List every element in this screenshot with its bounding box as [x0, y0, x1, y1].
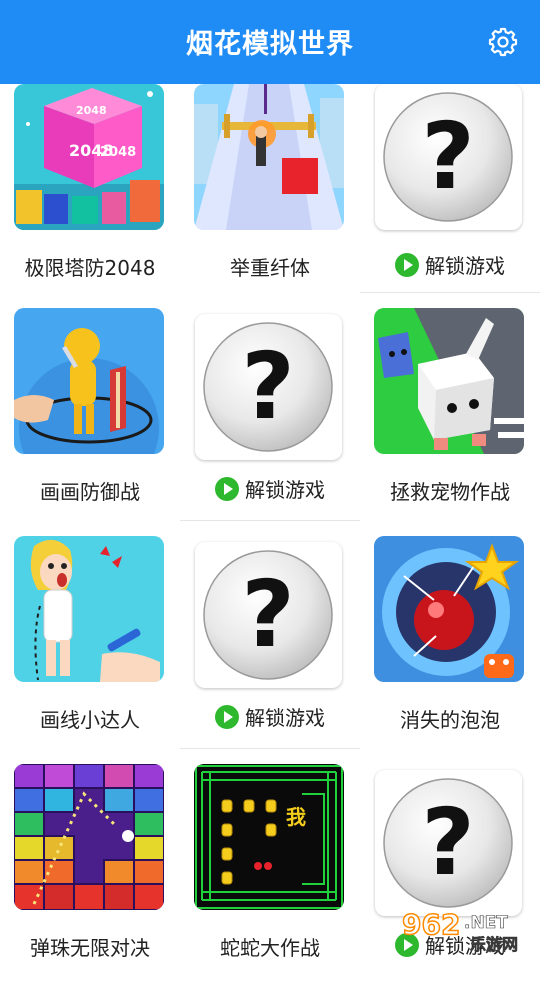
game-thumbnail[interactable] [14, 536, 164, 682]
unlock-game-button[interactable]: 解锁游戏 [180, 702, 360, 731]
game-title: 画画防御战 [40, 480, 140, 504]
divider [360, 292, 540, 293]
game-title: 弹珠无限对决 [30, 936, 150, 960]
divider [180, 748, 360, 749]
game-thumbnail[interactable] [14, 308, 164, 454]
svg-text:?: ? [241, 333, 294, 440]
svg-text:?: ? [421, 789, 474, 896]
game-title: 蛇蛇大作战 [220, 936, 320, 960]
svg-text:?: ? [241, 561, 294, 668]
locked-game-card[interactable]: ? 解锁游戏 [180, 308, 360, 536]
locked-game-card[interactable]: ? 解锁游戏 [180, 536, 360, 764]
game-grid: 2048 2048 2048 极限塔防2048 举重纤体 ? 解锁游戏 画画防御… [0, 84, 540, 960]
question-mark-icon[interactable]: ? [195, 542, 342, 688]
page-title: 烟花模拟世界 [186, 29, 354, 60]
app-header: 烟花模拟世界 [0, 0, 540, 84]
game-thumbnail[interactable]: 2048 2048 2048 [14, 84, 164, 230]
question-mark-icon[interactable]: ? [375, 84, 522, 230]
play-icon [215, 704, 239, 729]
game-card-line-drawer[interactable]: 画线小达人 [0, 536, 180, 764]
question-mark-icon[interactable]: ? [375, 770, 522, 916]
svg-text:.NET: .NET [464, 913, 508, 933]
svg-text:2048: 2048 [76, 104, 107, 117]
locked-game-card[interactable]: ? 解锁游戏 [360, 764, 540, 992]
play-icon [395, 252, 419, 277]
game-card-vanishing-bubbles[interactable]: 消失的泡泡 [360, 536, 540, 764]
svg-text:962: 962 [402, 908, 460, 941]
svg-text:我: 我 [286, 805, 306, 829]
unlock-game-button[interactable]: 解锁游戏 [360, 250, 540, 279]
game-card-marble-duel[interactable]: 弹珠无限对决 [0, 764, 180, 992]
game-thumbnail[interactable] [14, 764, 164, 910]
unlock-game-button[interactable]: 解锁游戏 [180, 474, 360, 503]
svg-text:2048: 2048 [100, 145, 136, 160]
game-thumbnail[interactable] [374, 308, 524, 454]
game-title: 极限塔防2048 [24, 256, 156, 280]
unlock-label: 解锁游戏 [245, 478, 325, 502]
game-title: 拯救宠物作战 [390, 480, 510, 504]
game-thumbnail[interactable]: 我 [194, 764, 344, 910]
unlock-label: 解锁游戏 [245, 706, 325, 730]
game-title: 画线小达人 [40, 708, 140, 732]
game-card-weightlift[interactable]: 举重纤体 [180, 84, 360, 312]
watermark-logo: 962 .NET 乐游网 [401, 907, 518, 954]
game-title: 消失的泡泡 [400, 708, 500, 732]
svg-text:乐游网: 乐游网 [470, 935, 518, 954]
game-thumbnail[interactable] [374, 536, 524, 682]
divider [180, 520, 360, 521]
svg-text:?: ? [421, 103, 474, 210]
question-mark-icon[interactable]: ? [195, 314, 342, 460]
game-card-tower-2048[interactable]: 2048 2048 2048 极限塔防2048 [0, 84, 180, 312]
game-thumbnail[interactable] [194, 84, 344, 230]
game-card-drawing-defense[interactable]: 画画防御战 [0, 308, 180, 536]
gear-icon[interactable] [488, 27, 518, 57]
play-icon [215, 476, 239, 501]
game-card-save-pets[interactable]: 拯救宠物作战 [360, 308, 540, 536]
locked-game-card[interactable]: ? 解锁游戏 [360, 84, 540, 312]
game-title: 举重纤体 [230, 256, 310, 280]
unlock-label: 解锁游戏 [425, 254, 505, 278]
game-card-snake-battle[interactable]: 我 蛇蛇大作战 [180, 764, 360, 992]
